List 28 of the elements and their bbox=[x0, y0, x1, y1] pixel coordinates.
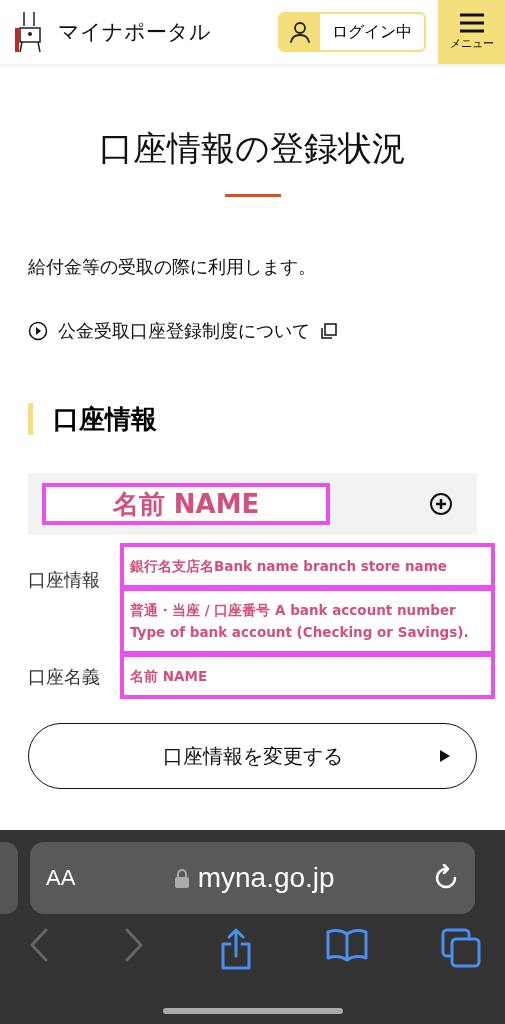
change-account-button[interactable]: 口座情報を変更する bbox=[28, 723, 477, 789]
annotation-label: 名前 NAME bbox=[42, 483, 330, 525]
intro-text: 給付金等の受取の際に利用します。 bbox=[28, 255, 317, 279]
annotation-label: 普通・当座 / 口座番号 A bank account number Type of bank account (Checking or Savings). bbox=[124, 591, 491, 651]
triangle-icon bbox=[440, 750, 450, 762]
text-size-button[interactable]: AA bbox=[46, 865, 76, 891]
tabs-icon[interactable] bbox=[441, 928, 481, 968]
page-title: 口座情報の登録状況 bbox=[98, 127, 407, 170]
section-heading: 口座情報 bbox=[28, 403, 477, 435]
row-label: 口座名義 bbox=[28, 665, 101, 689]
external-window-icon bbox=[320, 322, 338, 340]
plus-circle-icon bbox=[429, 492, 453, 516]
login-status-button[interactable]: ログイン中 bbox=[278, 12, 426, 52]
row-label: 口座情報 bbox=[28, 567, 101, 592]
menu-icon bbox=[458, 13, 485, 33]
person-icon bbox=[289, 21, 311, 43]
annotation-label: 銀行名支店名Bank name branch store name bbox=[124, 547, 491, 585]
accordion-header[interactable]: 名前 NAME bbox=[28, 473, 477, 535]
menu-button[interactable]: メニュー bbox=[438, 0, 505, 64]
url-text: myna.go.jp bbox=[197, 862, 335, 894]
lock-icon bbox=[173, 868, 190, 888]
play-circle-icon bbox=[28, 321, 48, 341]
address-bar[interactable]: AA myna.go.jp bbox=[30, 842, 475, 914]
logo-text: マイナポータル bbox=[58, 19, 211, 46]
info-link[interactable]: 公金受取口座登録制度について bbox=[28, 319, 477, 343]
book-icon[interactable] bbox=[325, 928, 368, 962]
back-icon[interactable] bbox=[28, 928, 50, 962]
annotation-label: 名前 NAME bbox=[124, 657, 491, 695]
